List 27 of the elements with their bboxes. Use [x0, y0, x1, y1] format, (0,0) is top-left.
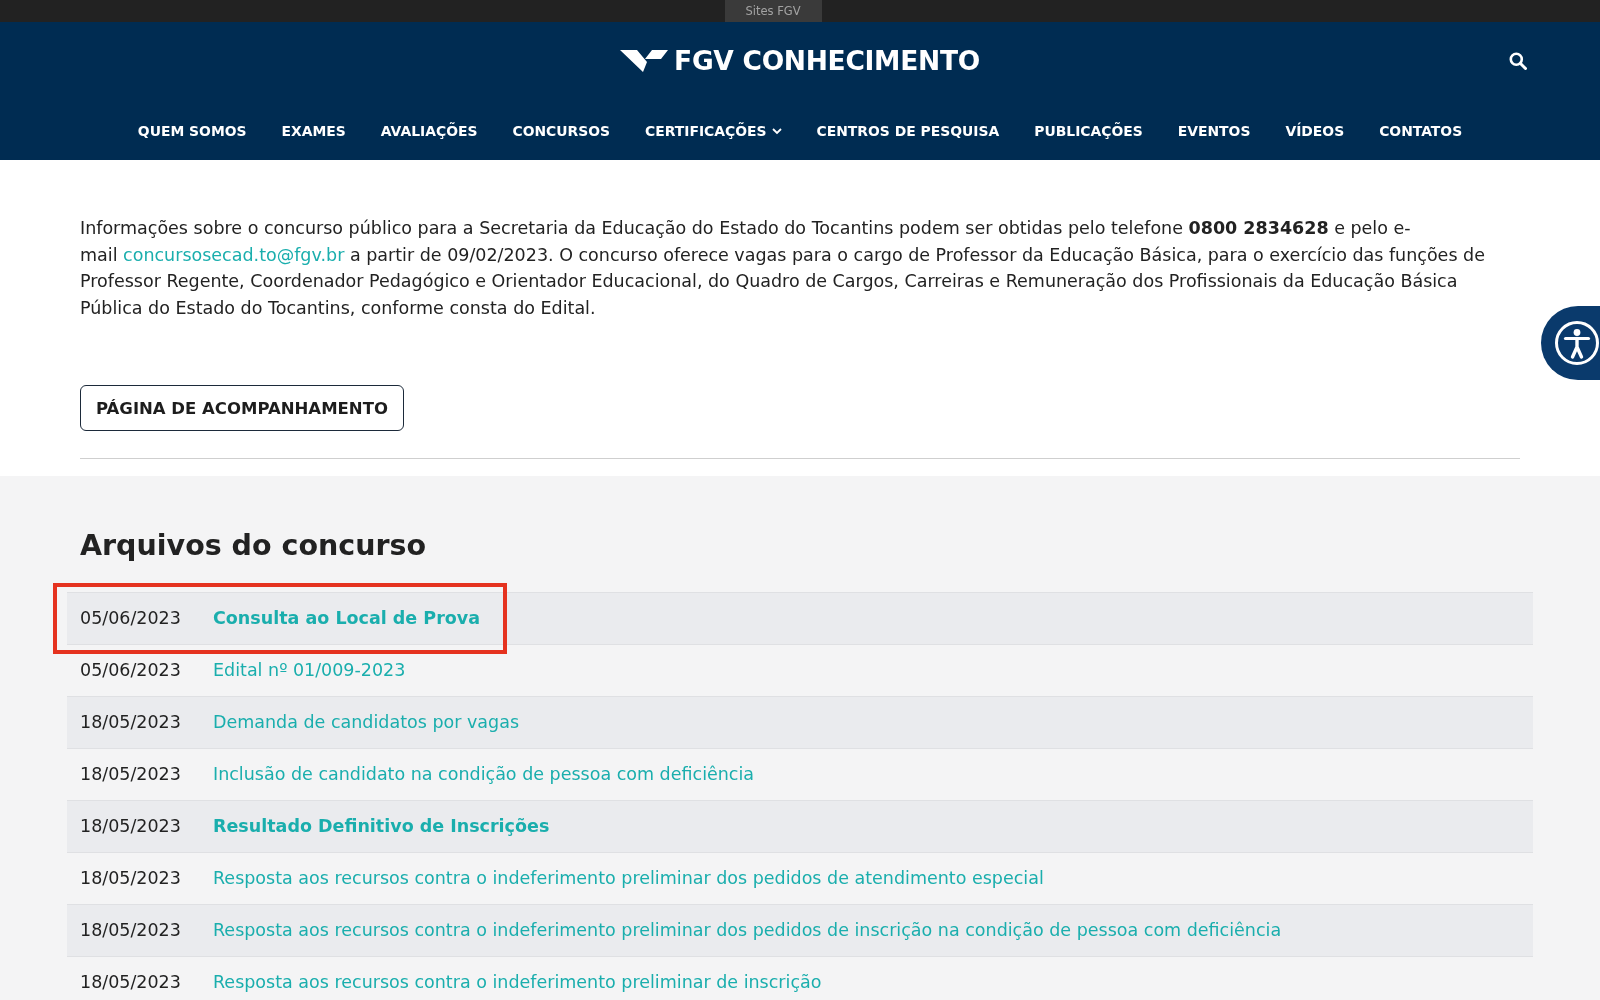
nav-link[interactable]: CONTATOS — [1379, 121, 1463, 141]
nav-link[interactable]: EVENTOS — [1177, 121, 1251, 141]
logo-icon — [620, 50, 669, 72]
file-date: 18/05/2023 — [80, 712, 182, 733]
nav-link[interactable]: VÍDEOS — [1285, 121, 1345, 141]
nav-link[interactable]: CERTIFICAÇÕES — [645, 121, 782, 141]
nav-link[interactable]: PUBLICAÇÕES — [1034, 121, 1143, 141]
file-date: 18/05/2023 — [80, 816, 182, 837]
nav-link[interactable]: AVALIAÇÕES — [380, 121, 478, 141]
nav-link[interactable]: CONCURSOS — [512, 121, 611, 141]
file-date: 18/05/2023 — [80, 972, 182, 993]
search-icon[interactable] — [1509, 52, 1527, 70]
accessibility-icon — [1554, 320, 1600, 366]
intro-paragraph: Informações sobre o concurso público para a Secretaria da Educação do Estado do Tocantins podem ser obtidas pelo telefone 0800 2834628 e pelo e-mail concursosecad.to@fgv.br a partir de 09/02/2023. O concurso oferece vagas para o cargo de Professor da Educação Básica, para o exercício das funções de Professor Regente, Coordenador Pedagógico e Orientador Educacional, do Quadro de Cargos, Carreiras e Remuneração dos Profissionais da Educação Básica Pública do Estado do Tocantins, conforme consta do Edital. — [80, 217, 1486, 320]
file-date: 05/06/2023 — [80, 660, 182, 681]
nav-link[interactable]: EXAMES — [281, 121, 346, 141]
sites-menu-tab[interactable]: Sites FGV — [724, 0, 822, 22]
home-logo-link[interactable]: FGV CONHECIMENTO — [620, 46, 980, 76]
file-date: 18/05/2023 — [80, 868, 182, 889]
nav-link[interactable]: QUEM SOMOS — [137, 121, 247, 141]
section-heading: Arquivos do concurso — [80, 528, 428, 564]
chevron-down-icon — [771, 127, 782, 135]
file-date: 18/05/2023 — [80, 764, 182, 785]
file-date: 05/06/2023 — [80, 608, 182, 629]
nav-link[interactable]: CENTROS DE PESQUISA — [816, 121, 1000, 141]
file-date: 18/05/2023 — [80, 920, 182, 941]
follow-up-page-button[interactable]: PÁGINA DE ACOMPANHAMENTO — [80, 385, 404, 431]
